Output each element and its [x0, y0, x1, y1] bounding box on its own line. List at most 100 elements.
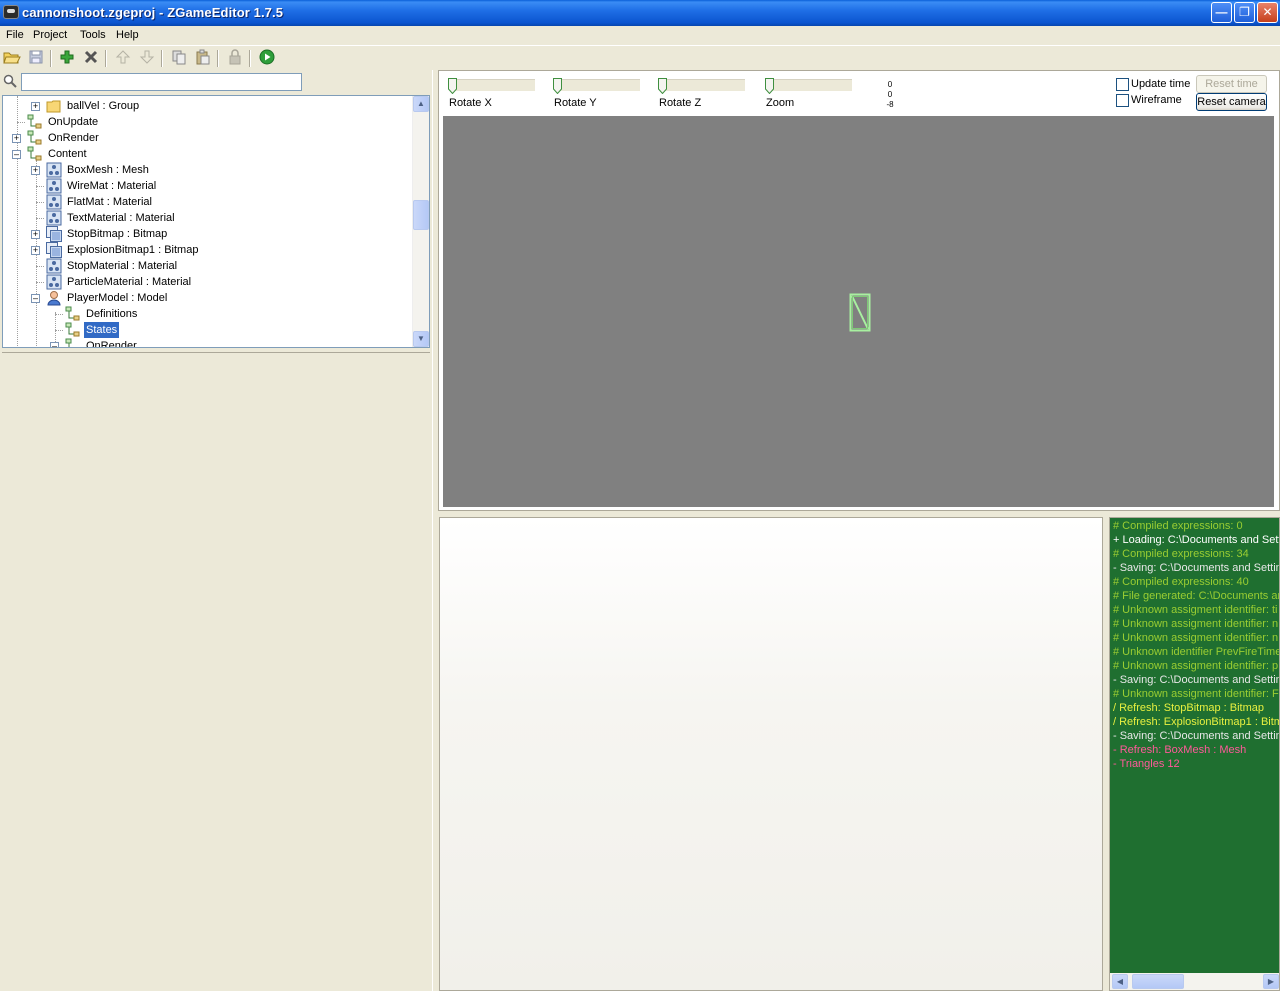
mesh-icon	[46, 162, 62, 178]
search-icon	[3, 74, 17, 88]
play-icon	[259, 49, 275, 65]
vertical-splitter[interactable]	[432, 70, 436, 991]
tree-connector	[55, 314, 63, 315]
toolbar-separator	[50, 50, 52, 67]
copy-button[interactable]	[169, 49, 189, 67]
slider-thumb[interactable]	[658, 78, 667, 94]
menu-file[interactable]: File	[6, 29, 24, 41]
slider-track	[768, 79, 852, 91]
log-panel[interactable]: - Triangles 12 - Refresh: BoxMesh : Mesh -…	[1109, 517, 1280, 991]
scroll-right-button[interactable]: ▶	[1263, 974, 1279, 989]
wireframe-label: Wireframe	[1131, 94, 1182, 106]
scroll-thumb[interactable]	[413, 200, 429, 230]
log-horizontal-scrollbar[interactable]: ◀ ▶	[1110, 973, 1279, 990]
delete-button[interactable]	[81, 49, 101, 67]
close-button[interactable]: ✕	[1257, 2, 1278, 23]
expand-icon[interactable]: +	[31, 102, 40, 111]
expand-icon[interactable]: +	[31, 230, 40, 239]
minimize-icon: —	[1215, 5, 1228, 19]
log-line: # Unknown assigment identifier: ti	[1113, 604, 1278, 616]
scroll-up-button[interactable]: ▲	[413, 96, 429, 112]
minimize-button[interactable]: —	[1211, 2, 1232, 23]
project-tree[interactable]: ▲ ▼ + ballVel : Group OnUpdate + OnRender – Co…	[2, 95, 430, 348]
tree-connector	[36, 186, 44, 187]
tree-item[interactable]: + ExplosionBitmap1 : Bitmap	[3, 242, 413, 258]
tree-item[interactable]: OnUpdate	[3, 114, 413, 130]
update-time-checkbox[interactable]	[1116, 78, 1129, 91]
reset-camera-button[interactable]: Reset camera	[1196, 93, 1267, 111]
tree-connector	[36, 202, 44, 203]
tree-item[interactable]: + BoxMesh : Mesh	[3, 162, 413, 178]
reset-time-button[interactable]: Reset time	[1196, 75, 1267, 93]
rotate-x-label: Rotate X	[449, 97, 492, 109]
menu-tools[interactable]: Tools	[80, 29, 106, 41]
tree-item[interactable]: – PlayerModel : Model	[3, 290, 413, 306]
tree-item-label: Content	[48, 148, 87, 160]
bitmap-icon	[46, 226, 62, 242]
tree-item-label: FlatMat : Material	[67, 196, 152, 208]
tree-item[interactable]: – OnRender	[3, 338, 413, 348]
slider-thumb[interactable]	[448, 78, 457, 94]
log-line: - Saving: C:\Documents and Settin	[1113, 730, 1280, 742]
tree-item[interactable]: TextMaterial : Material	[3, 210, 413, 226]
expand-icon[interactable]: +	[31, 166, 40, 175]
arrow-down-icon	[139, 50, 155, 64]
open-button[interactable]	[2, 49, 22, 67]
material-icon	[46, 178, 62, 194]
tree-item[interactable]: ParticleMaterial : Material	[3, 274, 413, 290]
tree-item[interactable]: StopMaterial : Material	[3, 258, 413, 274]
tree-item[interactable]: + ballVel : Group	[3, 98, 413, 114]
move-down-button[interactable]	[137, 49, 157, 67]
scroll-left-button[interactable]: ◀	[1112, 974, 1128, 989]
tree-item[interactable]: WireMat : Material	[3, 178, 413, 194]
collapse-icon[interactable]: –	[50, 342, 59, 347]
tree-search-input[interactable]	[21, 73, 302, 91]
scroll-thumb[interactable]	[1132, 974, 1184, 989]
add-button[interactable]	[57, 49, 77, 67]
tree-connector	[36, 218, 44, 219]
run-button[interactable]	[257, 49, 277, 67]
tree-item[interactable]: – Content	[3, 146, 413, 162]
event-icon	[65, 306, 81, 322]
menu-help[interactable]: Help	[116, 29, 139, 41]
log-line: - Saving: C:\Documents and Settin	[1113, 674, 1280, 686]
scroll-down-button[interactable]: ▼	[413, 331, 429, 347]
collapse-icon[interactable]: –	[12, 150, 21, 159]
event-icon	[27, 146, 43, 162]
tree-item-label: OnRender	[86, 340, 137, 348]
expand-icon[interactable]: +	[31, 246, 40, 255]
tree-item[interactable]: + StopBitmap : Bitmap	[3, 226, 413, 242]
expand-icon[interactable]: +	[12, 134, 21, 143]
material-icon	[46, 194, 62, 210]
3d-viewport[interactable]	[443, 116, 1274, 507]
model-wireframe	[849, 293, 871, 332]
save-button[interactable]	[26, 49, 46, 67]
maximize-button[interactable]: ❐	[1234, 2, 1255, 23]
collapse-icon[interactable]: –	[31, 294, 40, 303]
code-editor[interactable]	[439, 517, 1103, 991]
menu-project[interactable]: Project	[33, 29, 67, 41]
slider-thumb[interactable]	[553, 78, 562, 94]
slider-thumb[interactable]	[765, 78, 774, 94]
toolbar-separator	[105, 50, 107, 67]
tree-item-label: ParticleMaterial : Material	[67, 276, 192, 288]
chevron-up-icon: ▲	[417, 99, 425, 108]
log-line: # Compiled expressions: 40	[1113, 576, 1249, 588]
title-bar: cannonshoot.zgeproj - ZGameEditor 1.7.5 …	[0, 0, 1280, 26]
tree-item[interactable]: Definitions	[3, 306, 413, 322]
slider-track	[451, 79, 535, 91]
event-icon	[27, 114, 43, 130]
move-up-button[interactable]	[113, 49, 133, 67]
open-folder-icon	[3, 52, 21, 64]
tree-item[interactable]: + OnRender	[3, 130, 413, 146]
tree-item[interactable]: States	[3, 322, 413, 338]
lock-button[interactable]	[225, 49, 245, 67]
arrow-up-icon	[115, 50, 131, 64]
paste-button[interactable]	[193, 49, 213, 67]
tree-item[interactable]: FlatMat : Material	[3, 194, 413, 210]
chevron-left-icon: ◀	[1116, 977, 1124, 986]
toolbar-separator	[217, 50, 219, 67]
tree-vertical-scrollbar[interactable]: ▲ ▼	[412, 96, 429, 347]
wireframe-checkbox[interactable]	[1116, 94, 1129, 107]
log-line: # Unknown assigment identifier: n	[1113, 618, 1279, 630]
